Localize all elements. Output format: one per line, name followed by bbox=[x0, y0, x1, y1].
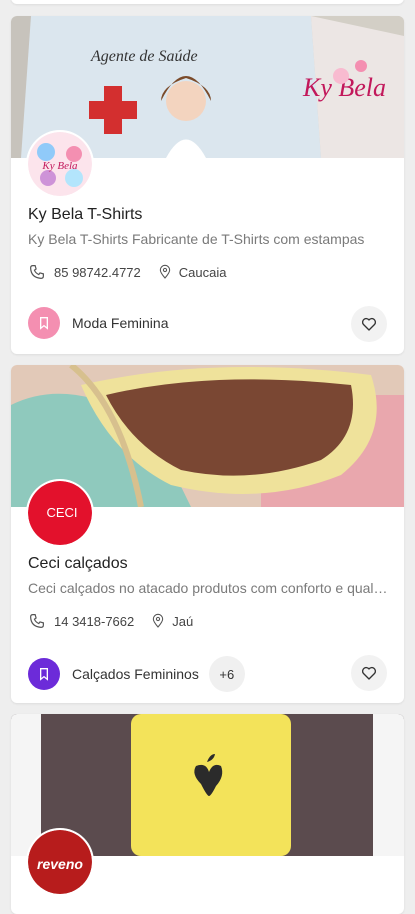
phone-icon bbox=[30, 614, 44, 628]
category-badge[interactable] bbox=[28, 307, 60, 339]
heart-outline-icon bbox=[361, 317, 377, 331]
location-pin-icon bbox=[153, 613, 164, 628]
city-name: Caucaia bbox=[178, 264, 227, 280]
category-badge[interactable] bbox=[28, 658, 60, 690]
more-categories-chip[interactable]: +6 bbox=[208, 656, 245, 692]
listing-card[interactable]: reveno bbox=[11, 714, 404, 914]
phone-icon bbox=[30, 265, 44, 279]
phone-number[interactable]: 85 98742.4772 bbox=[54, 265, 141, 280]
logo-text: Ky Bela bbox=[41, 160, 78, 172]
city-name: Jaú bbox=[172, 613, 194, 629]
phone-number[interactable]: 14 3418-7662 bbox=[54, 614, 134, 629]
favorite-button[interactable] bbox=[351, 306, 387, 342]
category-label[interactable]: Calçados Femininos bbox=[72, 666, 199, 682]
category-row[interactable]: Calçados Femininos +6 bbox=[28, 656, 245, 692]
category-label[interactable]: Moda Feminina bbox=[72, 315, 169, 331]
store-title[interactable]: Ceci calçados bbox=[28, 555, 128, 573]
bookmark-icon bbox=[40, 317, 48, 330]
favorite-button[interactable] bbox=[351, 655, 387, 691]
store-description: Ky Bela T-Shirts Fabricante de T-Shirts … bbox=[28, 231, 365, 247]
listing-card[interactable]: Agente de Saúde Ky Bela Ky Bela Ky Bela … bbox=[11, 16, 404, 354]
store-logo: Ky Bela bbox=[28, 132, 92, 196]
store-logo: CECI bbox=[28, 481, 92, 545]
store-title[interactable]: Ky Bela T-Shirts bbox=[28, 206, 142, 224]
cover-text: Agente de Saúde bbox=[90, 48, 198, 65]
listing-card-partial[interactable] bbox=[11, 0, 404, 4]
heart-outline-icon bbox=[361, 666, 377, 680]
store-logo: reveno bbox=[28, 830, 92, 894]
logo-text: reveno bbox=[37, 856, 83, 872]
contact-row: 14 3418-7662 Jaú bbox=[28, 611, 193, 631]
location-pin-icon bbox=[159, 264, 170, 279]
contact-row: 85 98742.4772 Caucaia bbox=[28, 262, 226, 282]
bookmark-icon bbox=[40, 668, 48, 681]
category-row[interactable]: Moda Feminina bbox=[28, 307, 169, 339]
listing-card[interactable]: CECI Ceci calçados Ceci calçados no atac… bbox=[11, 365, 404, 703]
store-description: Ceci calçados no atacado produtos com co… bbox=[28, 580, 388, 596]
logo-text: CECI bbox=[46, 505, 77, 520]
